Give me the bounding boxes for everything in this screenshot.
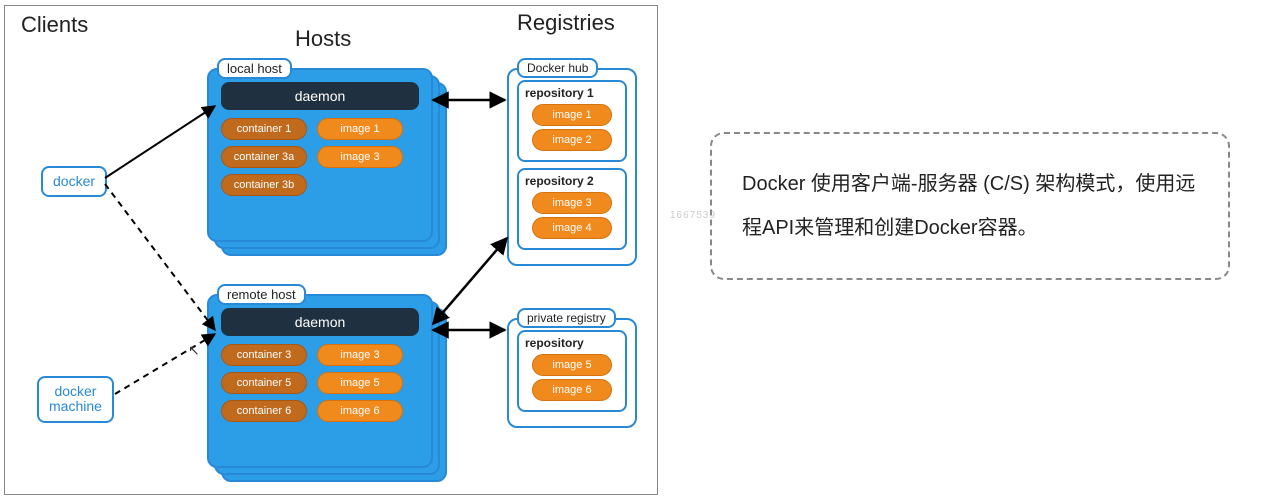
image-chip: image 6 <box>317 400 403 422</box>
container-chip: container 5 <box>221 372 307 394</box>
client-docker: docker <box>41 166 107 197</box>
image-chip: image 2 <box>532 129 612 151</box>
repository: repository 2 image 3 image 4 <box>517 168 627 250</box>
header-clients: Clients <box>21 12 88 38</box>
image-chip: image 5 <box>532 354 612 376</box>
image-chip: image 3 <box>532 192 612 214</box>
header-registries: Registries <box>517 10 615 36</box>
image-chip: image 1 <box>532 104 612 126</box>
repository: repository image 5 image 6 <box>517 330 627 412</box>
architecture-diagram: Clients Hosts Registries docker docker m… <box>4 5 658 495</box>
client-docker-machine: docker machine <box>37 376 114 423</box>
private-registry: private registry repository image 5 imag… <box>507 318 637 428</box>
remote-host: remote host daemon container 3 image 3 c… <box>207 294 447 482</box>
private-registry-label: private registry <box>517 308 616 328</box>
remote-daemon: daemon <box>221 308 419 336</box>
local-host: local host daemon container 1 image 1 co… <box>207 68 447 256</box>
description-note: Docker 使用客户端-服务器 (C/S) 架构模式，使用远程API来管理和创… <box>710 132 1230 280</box>
container-chip: container 3b <box>221 174 307 196</box>
cursor-icon: ↖ <box>188 342 200 359</box>
image-chip: image 6 <box>532 379 612 401</box>
container-chip: container 1 <box>221 118 307 140</box>
container-chip: container 3a <box>221 146 307 168</box>
container-chip: container 6 <box>221 400 307 422</box>
docker-hub: Docker hub repository 1 image 1 image 2 … <box>507 68 637 266</box>
local-daemon: daemon <box>221 82 419 110</box>
header-hosts: Hosts <box>295 26 351 52</box>
repo-title: repository 1 <box>525 86 619 100</box>
image-chip: image 3 <box>317 344 403 366</box>
repository: repository 1 image 1 image 2 <box>517 80 627 162</box>
image-chip: image 1 <box>317 118 403 140</box>
container-chip: container 3 <box>221 344 307 366</box>
image-chip: image 4 <box>532 217 612 239</box>
remote-host-label: remote host <box>217 284 306 305</box>
docker-hub-label: Docker hub <box>517 58 598 78</box>
local-host-label: local host <box>217 58 292 79</box>
repo-title: repository <box>525 336 619 350</box>
image-chip: image 3 <box>317 146 403 168</box>
image-chip: image 5 <box>317 372 403 394</box>
repo-title: repository 2 <box>525 174 619 188</box>
